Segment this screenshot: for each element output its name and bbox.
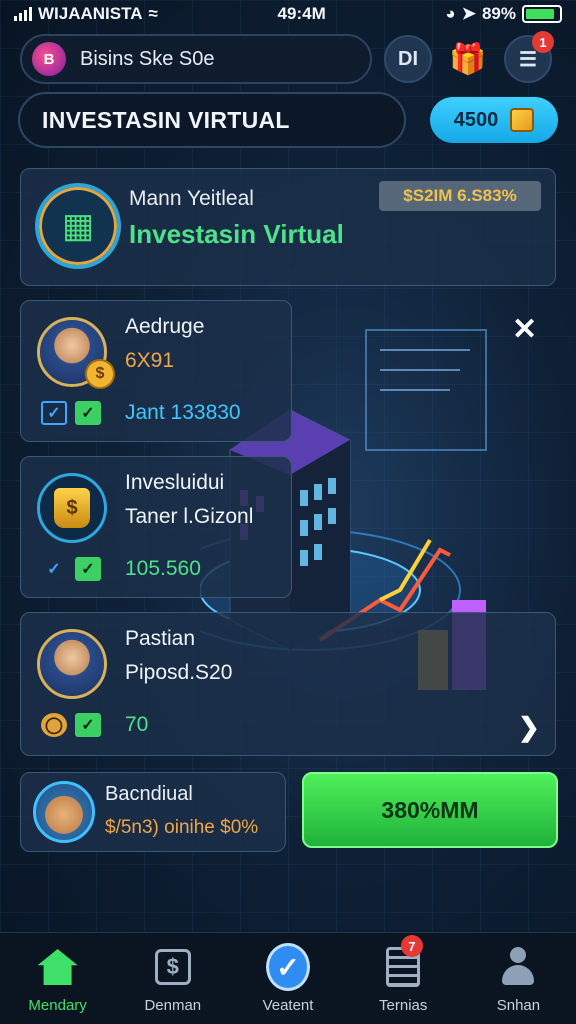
gift-icon[interactable]: 🎁 xyxy=(444,35,492,83)
money-bag-symbol: $ xyxy=(54,488,90,528)
profile-name: Bacndiual xyxy=(105,783,193,805)
card-value: 6X91 xyxy=(125,349,175,372)
tab-home[interactable]: Mendary xyxy=(0,933,115,1024)
wifi-icon: ≈ xyxy=(148,4,158,23)
location-icon: ➤ xyxy=(461,4,476,23)
notifications-button[interactable]: ☰ 1 xyxy=(504,31,554,83)
portfolio-icon: ▦ xyxy=(35,183,121,269)
trend-check-icon[interactable]: ✓ xyxy=(41,557,67,581)
tab-profile[interactable]: Snhan xyxy=(461,933,576,1024)
investor-card-pastian[interactable]: Pastian Piposd.S20 ◯ ✓ 70 xyxy=(20,612,556,756)
title-row: INVESTASIN VIRTUAL 4500 xyxy=(18,92,558,148)
signal-icon xyxy=(14,7,32,21)
close-icon[interactable]: ✕ xyxy=(512,312,537,347)
lock-rotation-icon: ◕ xyxy=(445,4,456,23)
list-icon: ☰ xyxy=(519,48,537,71)
status-left: WIJAANISTA ≈ xyxy=(14,4,158,24)
app-header: B Bisins Ske S0e DI 🎁 ☰ 1 xyxy=(20,31,556,84)
tab-verified[interactable]: ✓ Veatent xyxy=(230,933,345,1024)
investor-card-aedruge[interactable]: $ Aedruge 6X91 ✓ ✓ Jant 133830 xyxy=(20,300,292,442)
tab-label: Denman xyxy=(144,997,202,1014)
status-bar: WIJAANISTA ≈ 49:4M ◕ ➤ 89% xyxy=(0,0,576,28)
investor-card-invesluidui[interactable]: $ Invesluidui Taner l.Gizonl ✓ ✓ 105.560 xyxy=(20,456,292,598)
primary-cta-button[interactable]: 380%MM xyxy=(302,772,558,848)
tab-finance[interactable]: $ Denman xyxy=(115,933,230,1024)
card-foot: 105.560 xyxy=(125,557,201,580)
battery-icon xyxy=(521,5,562,23)
coin-balance: 4500 xyxy=(453,108,499,131)
hero-title: Investasin Virtual xyxy=(129,219,344,249)
tab-label: Mendary xyxy=(28,997,87,1014)
card-foot: Jant 133830 xyxy=(125,401,241,424)
coin-balance-button[interactable]: 4500 xyxy=(430,97,558,143)
hero-stat: $S2IM 6.S83% xyxy=(379,181,541,211)
coin-badge-icon: $ xyxy=(85,359,115,389)
search-text: Bisins Ske S0e xyxy=(80,47,215,70)
search-bar[interactable]: B Bisins Ske S0e xyxy=(20,34,372,84)
check-icon[interactable]: ✓ xyxy=(75,557,101,581)
card-actions: ◯ ✓ xyxy=(41,713,101,737)
chevron-right-icon[interactable]: ❯ xyxy=(518,712,540,743)
cube-icon xyxy=(510,108,535,132)
status-right: ◕ ➤ 89% xyxy=(445,4,562,24)
tab-reports[interactable]: 7 Ternias xyxy=(346,933,461,1024)
card-name: Aedruge xyxy=(125,315,205,338)
card-name: Invesluidui xyxy=(125,471,225,494)
check-icon[interactable]: ✓ xyxy=(75,401,101,425)
home-icon xyxy=(36,945,80,989)
tab-badge: 7 xyxy=(400,935,423,957)
battery-percent: 89% xyxy=(481,4,516,23)
profile-subtitle: $/5n3) oinihe $0% xyxy=(105,817,259,838)
page-title: INVESTASIN VIRTUAL xyxy=(18,92,406,148)
tab-label: Ternias xyxy=(379,997,428,1014)
avatar xyxy=(33,781,95,843)
avatar xyxy=(37,629,107,699)
hero-subtitle: Mann Yeitleal xyxy=(129,187,254,210)
checkmark-icon: ✓ xyxy=(266,943,310,991)
dollar-icon: $ xyxy=(151,945,195,989)
card-subtitle: Piposd.S20 xyxy=(125,661,233,684)
notification-badge: 1 xyxy=(532,31,554,53)
card-foot: 70 xyxy=(125,713,149,736)
tab-label: Veatent xyxy=(262,997,314,1014)
card-actions: ✓ ✓ xyxy=(41,401,101,425)
person-icon xyxy=(496,945,540,989)
card-actions: ✓ ✓ xyxy=(41,557,101,581)
hero-panel[interactable]: ▦ Mann Yeitleal Investasin Virtual $S2IM… xyxy=(20,168,556,286)
coin-icon[interactable]: ◯ xyxy=(41,713,67,737)
tab-label: Snhan xyxy=(496,997,541,1014)
menu-button[interactable]: DI xyxy=(384,35,432,83)
app-logo-icon: B xyxy=(32,42,66,76)
carrier-name: WIJAANISTA xyxy=(38,4,143,23)
money-bag-icon: $ xyxy=(37,473,107,543)
card-name: Pastian xyxy=(125,627,196,650)
card-subtitle: Taner l.Gizonl xyxy=(125,505,254,528)
check-icon[interactable]: ✓ xyxy=(75,713,101,737)
bottom-tab-bar: Mendary $ Denman ✓ Veatent 7 Ternias Snh… xyxy=(0,932,576,1024)
clock: 49:4M xyxy=(277,4,326,23)
profile-card[interactable]: Bacndiual $/5n3) oinihe $0% xyxy=(20,772,286,852)
check-icon[interactable]: ✓ xyxy=(41,401,67,425)
